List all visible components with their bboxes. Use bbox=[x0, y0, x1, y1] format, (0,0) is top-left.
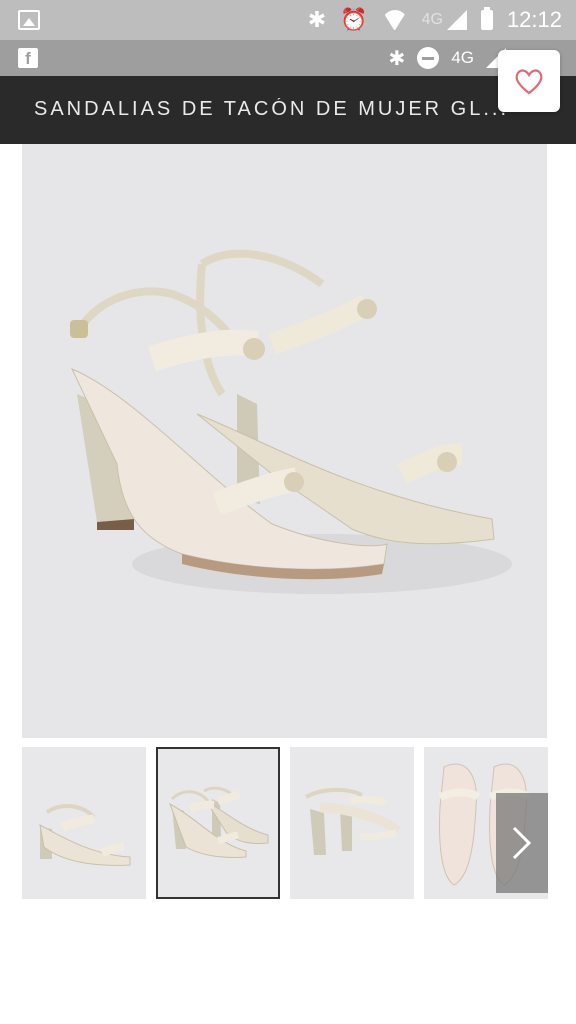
bluetooth-icon: ✱ bbox=[388, 47, 406, 70]
chevron-right-icon bbox=[512, 826, 532, 860]
wifi-icon bbox=[382, 10, 408, 30]
clock: 12:12 bbox=[506, 7, 562, 32]
thumbnail-pair-view[interactable] bbox=[156, 747, 280, 899]
alarm-icon: ⏰ bbox=[340, 7, 368, 32]
sandals-image bbox=[70, 249, 512, 594]
signal-icon bbox=[446, 10, 467, 30]
status-icons: ✱ ⏰ 4G 12:12 bbox=[308, 0, 562, 40]
image-notification-icon bbox=[18, 10, 40, 30]
next-image-button[interactable] bbox=[496, 793, 548, 893]
product-header: SANDALIAS DE TACÓN DE MUJER GL... bbox=[0, 76, 576, 144]
do-not-disturb-icon bbox=[417, 47, 440, 69]
thumbnail-front-view[interactable] bbox=[290, 747, 414, 899]
secondary-status-icons: ✱ 4G bbox=[389, 40, 506, 76]
product-main-image[interactable] bbox=[22, 144, 547, 738]
battery-icon bbox=[480, 7, 493, 30]
facebook-icon: f bbox=[18, 48, 38, 68]
thumbnail-side-view[interactable] bbox=[22, 747, 146, 899]
secondary-status-bar: f ✱ 4G bbox=[0, 40, 576, 76]
bluetooth-icon: ✱ bbox=[307, 7, 327, 32]
product-title: SANDALIAS DE TACÓN DE MUJER GL... bbox=[34, 98, 510, 120]
favorite-button[interactable] bbox=[498, 50, 560, 112]
thumbnail-strip bbox=[22, 747, 548, 899]
network-type: 4G bbox=[451, 48, 474, 67]
network-type: 4G bbox=[421, 11, 443, 28]
heart-icon bbox=[515, 69, 543, 95]
status-bar: ✱ ⏰ 4G 12:12 bbox=[0, 0, 576, 40]
